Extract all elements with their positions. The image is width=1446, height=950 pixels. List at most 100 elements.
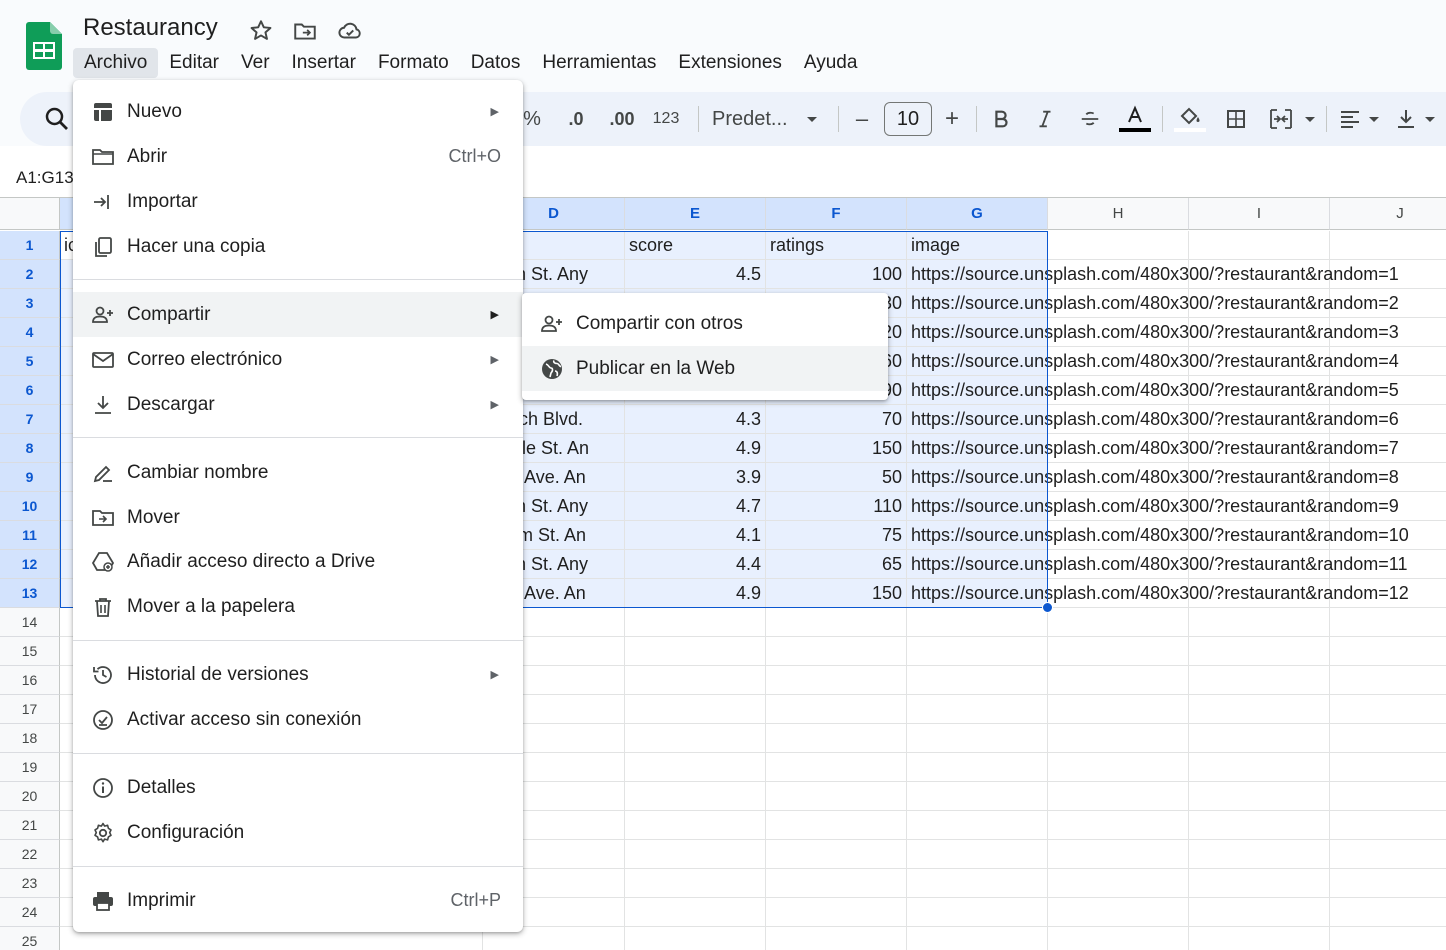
cell-g[interactable] — [907, 608, 1048, 637]
menu-item-historial[interactable]: Historial de versiones ▶ — [73, 652, 523, 697]
cell-g[interactable] — [907, 869, 1048, 898]
cell-g[interactable]: https://source.unsplash.com/480x300/?res… — [907, 376, 1399, 405]
percent-format-button[interactable]: % — [520, 92, 544, 146]
menu-formato[interactable]: Formato — [367, 48, 460, 78]
cell-f[interactable]: 65 — [766, 550, 907, 579]
document-title[interactable]: Restaurancy — [83, 14, 218, 42]
cell[interactable] — [1189, 724, 1330, 753]
row-header[interactable]: 7 — [0, 405, 60, 434]
bold-button[interactable] — [988, 92, 1014, 146]
cell-f[interactable] — [766, 898, 907, 927]
menu-item-abrir[interactable]: Abrir Ctrl+O — [73, 134, 523, 179]
cell-e[interactable] — [625, 811, 766, 840]
cell[interactable] — [1189, 753, 1330, 782]
row-header[interactable]: 21 — [0, 811, 60, 840]
star-icon[interactable] — [248, 18, 274, 44]
cell[interactable] — [1189, 608, 1330, 637]
cell-g[interactable]: https://source.unsplash.com/480x300/?res… — [907, 318, 1399, 347]
font-size-input[interactable]: 10 — [884, 102, 932, 136]
font-size-decrease-button[interactable]: – — [850, 92, 874, 146]
row-header[interactable]: 17 — [0, 695, 60, 724]
cell[interactable] — [1330, 231, 1446, 260]
cell[interactable] — [1189, 637, 1330, 666]
cell[interactable] — [1048, 898, 1189, 927]
cell-f[interactable]: ratings — [766, 231, 907, 260]
cell-g[interactable] — [907, 927, 1048, 950]
cell-f[interactable] — [766, 724, 907, 753]
cell-g[interactable]: https://source.unsplash.com/480x300/?res… — [907, 260, 1399, 289]
cell-g[interactable]: https://source.unsplash.com/480x300/?res… — [907, 521, 1409, 550]
cell-g[interactable]: image — [907, 231, 1048, 260]
cell[interactable] — [1330, 753, 1446, 782]
cell[interactable] — [1189, 869, 1330, 898]
cell-g[interactable] — [907, 782, 1048, 811]
row-header[interactable]: 24 — [0, 898, 60, 927]
row-header[interactable]: 8 — [0, 434, 60, 463]
row-header[interactable]: 16 — [0, 666, 60, 695]
cell-g[interactable]: https://source.unsplash.com/480x300/?res… — [907, 289, 1399, 318]
cell-g[interactable]: https://source.unsplash.com/480x300/?res… — [907, 492, 1399, 521]
cell-g[interactable] — [907, 666, 1048, 695]
row-header[interactable]: 10 — [0, 492, 60, 521]
row-header[interactable]: 23 — [0, 869, 60, 898]
sheets-logo-icon[interactable] — [26, 22, 62, 70]
cell-e[interactable]: 4.9 — [625, 434, 766, 463]
cell-g[interactable]: https://source.unsplash.com/480x300/?res… — [907, 347, 1399, 376]
cell[interactable] — [1048, 782, 1189, 811]
menu-item-cambiar-nombre[interactable]: Cambiar nombre — [73, 450, 523, 495]
menu-ver[interactable]: Ver — [230, 48, 281, 78]
strikethrough-button[interactable] — [1076, 92, 1104, 146]
font-size-increase-button[interactable]: + — [940, 92, 964, 146]
row-header[interactable]: 25 — [0, 927, 60, 950]
cell-g[interactable]: https://source.unsplash.com/480x300/?res… — [907, 405, 1399, 434]
cell-f[interactable] — [766, 811, 907, 840]
cell-f[interactable] — [766, 695, 907, 724]
menu-archivo[interactable]: Archivo — [73, 48, 159, 78]
row-header[interactable]: 11 — [0, 521, 60, 550]
cell-e[interactable] — [625, 637, 766, 666]
cell[interactable] — [1189, 231, 1330, 260]
cell[interactable] — [1330, 840, 1446, 869]
cell-f[interactable] — [766, 840, 907, 869]
cell-e[interactable] — [625, 869, 766, 898]
cell-f[interactable]: 100 — [766, 260, 907, 289]
merge-cells-button[interactable] — [1266, 92, 1296, 146]
row-header[interactable]: 19 — [0, 753, 60, 782]
cell-g[interactable]: https://source.unsplash.com/480x300/?res… — [907, 579, 1409, 608]
row-header[interactable]: 3 — [0, 289, 60, 318]
row-header[interactable]: 5 — [0, 347, 60, 376]
cell-f[interactable] — [766, 782, 907, 811]
cell-f[interactable] — [766, 869, 907, 898]
chevron-down-icon[interactable] — [1302, 92, 1318, 146]
cell-g[interactable] — [907, 753, 1048, 782]
cloud-status-icon[interactable] — [337, 18, 363, 44]
cell-f[interactable] — [766, 637, 907, 666]
font-family-select[interactable]: Predet... — [712, 92, 792, 146]
row-header[interactable]: 4 — [0, 318, 60, 347]
menu-herramientas[interactable]: Herramientas — [531, 48, 667, 78]
cell[interactable] — [1048, 724, 1189, 753]
cell-f[interactable]: 110 — [766, 492, 907, 521]
cell-e[interactable]: 4.5 — [625, 260, 766, 289]
cell[interactable] — [1330, 695, 1446, 724]
cell-e[interactable] — [625, 840, 766, 869]
cell-e[interactable]: 4.4 — [625, 550, 766, 579]
cell-e[interactable]: 4.1 — [625, 521, 766, 550]
cell[interactable] — [1330, 811, 1446, 840]
column-header-f[interactable]: F — [766, 198, 907, 230]
row-header[interactable]: 20 — [0, 782, 60, 811]
menu-item-compartir[interactable]: Compartir ▶ — [73, 292, 523, 337]
cell-f[interactable] — [766, 608, 907, 637]
menu-item-acceso-directo[interactable]: Añadir acceso directo a Drive — [73, 539, 523, 584]
row-header[interactable]: 14 — [0, 608, 60, 637]
cell-e[interactable]: 4.9 — [625, 579, 766, 608]
cell-e[interactable] — [625, 695, 766, 724]
column-header-e[interactable]: E — [625, 198, 766, 230]
row-header[interactable]: 18 — [0, 724, 60, 753]
name-box[interactable]: A1:G13 — [16, 168, 74, 188]
cell-e[interactable] — [625, 724, 766, 753]
cell[interactable] — [1048, 666, 1189, 695]
menu-datos[interactable]: Datos — [460, 48, 532, 78]
selection-fill-handle[interactable] — [1042, 602, 1053, 613]
align-button[interactable] — [1336, 92, 1364, 146]
